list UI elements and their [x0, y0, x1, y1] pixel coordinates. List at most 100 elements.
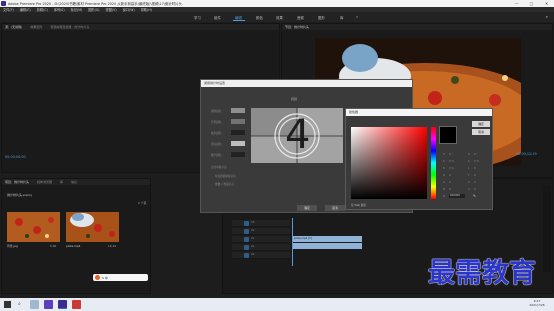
field-s2-value[interactable]: 0 %	[474, 160, 479, 163]
ime-label: S 中	[102, 275, 108, 280]
pizza-thumbnail-image	[7, 212, 60, 242]
wipe-color-label: 擦除颜色：	[211, 110, 224, 113]
field-g-value[interactable]: 0	[449, 181, 451, 184]
color-value-fields: H 0 ° H 0 ° S 0 % S 0 % B 0 % L 0 R 0 Y …	[443, 153, 493, 199]
field-h2-value[interactable]: 0 °	[474, 153, 478, 156]
background-color-swatch[interactable]	[231, 119, 245, 124]
source-timecode[interactable]: 00;00;00;00	[5, 155, 26, 159]
field-u-value[interactable]: 0	[474, 181, 476, 184]
track-header-v3[interactable]: V3	[232, 220, 290, 227]
project-thumbnail-video[interactable]	[66, 212, 119, 242]
windows-start-icon[interactable]	[4, 301, 11, 308]
project-item-name: pizza.mp4	[66, 244, 81, 248]
track-header-a2[interactable]: A2	[232, 252, 290, 259]
timeline-playhead[interactable]	[292, 218, 293, 266]
field-s2-label: S	[468, 160, 470, 163]
tab-project[interactable]: 项目：倒计时片头	[5, 180, 29, 184]
hue-slider[interactable]	[431, 127, 436, 199]
workspace-tab-libraries[interactable]: 库	[340, 15, 343, 20]
field-s-value[interactable]: 0 %	[449, 160, 454, 163]
hex-label: #	[443, 195, 446, 198]
workspace-tab-color[interactable]: 颜色	[256, 15, 263, 20]
search-icon[interactable]: ⌕	[546, 14, 548, 19]
workspace-tab-effects[interactable]: 效果	[276, 15, 283, 20]
hex-input[interactable]: 000000	[449, 194, 465, 198]
close-button[interactable]: ✕	[539, 1, 554, 6]
color-picker-ok-button[interactable]: 确定	[472, 121, 490, 127]
maximize-button[interactable]: □	[524, 1, 539, 6]
project-item-duration: 5;00	[50, 244, 57, 248]
tab-effect-controls[interactable]: 效果控件	[30, 25, 42, 29]
window-title: Adobe Premiere Pro 2020 - D:\2020\书籍\素材 …	[8, 2, 184, 6]
cue-options-label: 出点时提示音	[211, 166, 227, 169]
tab-info[interactable]: 信息	[71, 180, 77, 184]
field-r-label: R	[443, 174, 445, 177]
countdown-cancel-button[interactable]: 取消	[325, 205, 345, 211]
number-color-label: 数字颜色：	[211, 154, 224, 157]
beep-two-seconds-option[interactable]: 倒数 2 秒提示音	[215, 182, 234, 186]
field-g-label: G	[443, 181, 446, 184]
timeline-clip-audio[interactable]	[292, 243, 362, 249]
countdown-number: 4	[285, 112, 311, 158]
field-b2-value[interactable]: 0	[449, 188, 451, 191]
field-h-label: H	[443, 153, 445, 156]
color-field[interactable]	[351, 127, 427, 199]
taskbar-clock[interactable]: 9:27 2021/7/26	[524, 299, 550, 307]
search-icon[interactable]: ⌕	[18, 301, 21, 307]
target-color-label: 目标颜色：	[211, 143, 224, 146]
background-color-label: 背景颜色：	[211, 121, 224, 124]
project-thumbnail-background[interactable]	[7, 212, 60, 242]
project-item-name: 背景.jpg	[7, 244, 18, 248]
eyedropper-icon[interactable]: ✎	[473, 194, 476, 198]
number-color-swatch[interactable]	[231, 152, 245, 157]
field-h-value[interactable]: 0 °	[449, 153, 453, 156]
task-view-icon[interactable]	[30, 300, 39, 309]
project-panel-tabs: 项目：倒计时片头 媒体浏览器 库 信息	[2, 179, 150, 185]
beep-each-second-option[interactable]: 在每秒都响提示音	[215, 174, 236, 178]
countdown-section-label: 视频	[291, 97, 298, 101]
field-y-value[interactable]: 0	[474, 174, 476, 177]
audio-meter	[543, 186, 551, 272]
track-header-v1[interactable]: V1	[232, 236, 290, 243]
field-s-label: S	[443, 160, 445, 163]
track-header-a1[interactable]: A1	[232, 244, 290, 251]
workspace-bar: 学习 组件 编辑 颜色 效果 音频 图形 库 » ⌕	[0, 12, 554, 22]
workspace-tab-graphics[interactable]: 图形	[318, 15, 325, 20]
line-color-swatch[interactable]	[231, 130, 245, 135]
tab-audio-clip-mixer[interactable]: 音频剪辑混合器：倒计时片头	[50, 25, 89, 29]
workspace-tab-assembly[interactable]: 组件	[214, 15, 221, 20]
countdown-ok-button[interactable]: 确定	[297, 205, 317, 211]
field-l-label: L	[468, 167, 470, 170]
field-r-value[interactable]: 0	[449, 174, 451, 177]
premiere-app-icon	[1, 1, 6, 6]
tab-source[interactable]: 源：(无剪辑)	[5, 25, 22, 29]
program-timecode[interactable]: 00;00;12;19	[516, 152, 537, 156]
workspace-tab-audio[interactable]: 音频	[297, 15, 304, 20]
web-colors-only-checkbox[interactable]: 仅 Web 颜色	[351, 203, 366, 207]
workspace-more-button[interactable]: »	[356, 15, 358, 19]
tab-program[interactable]: 节目：倒计时片头	[285, 25, 309, 29]
project-file-name: 倒计时片头.prproj	[7, 193, 32, 197]
premiere-active-taskbar-icon[interactable]	[58, 300, 67, 309]
field-b-value[interactable]: 0 %	[449, 167, 454, 170]
field-b2-label: B	[443, 188, 445, 191]
field-v-value[interactable]: 0	[474, 188, 476, 191]
project-item-duration: 12;19	[108, 244, 117, 248]
premiere-taskbar-icon[interactable]	[44, 300, 53, 309]
wipe-color-swatch[interactable]	[231, 108, 245, 113]
program-panel-tabs: 节目：倒计时片头	[282, 24, 552, 30]
timeline-clip-video[interactable]: pizza.mp4 [V]	[292, 236, 362, 242]
field-l-value[interactable]: 0	[474, 167, 476, 170]
project-item-count: 2 个项	[138, 201, 147, 205]
ime-toolbar[interactable]: S 中	[93, 274, 148, 281]
color-picker-cancel-button[interactable]: 取消	[472, 129, 490, 135]
tab-media-browser[interactable]: 媒体浏览器	[37, 180, 52, 184]
workspace-tab-learn[interactable]: 学习	[194, 15, 201, 20]
color-preview-swatch	[439, 126, 457, 144]
minimize-button[interactable]: —	[509, 1, 524, 6]
tab-libraries[interactable]: 库	[60, 180, 63, 184]
target-color-swatch[interactable]	[231, 141, 245, 146]
active-workspace-underline	[233, 20, 245, 21]
app-taskbar-icon[interactable]	[72, 300, 81, 309]
track-header-v2[interactable]: V2	[232, 228, 290, 235]
